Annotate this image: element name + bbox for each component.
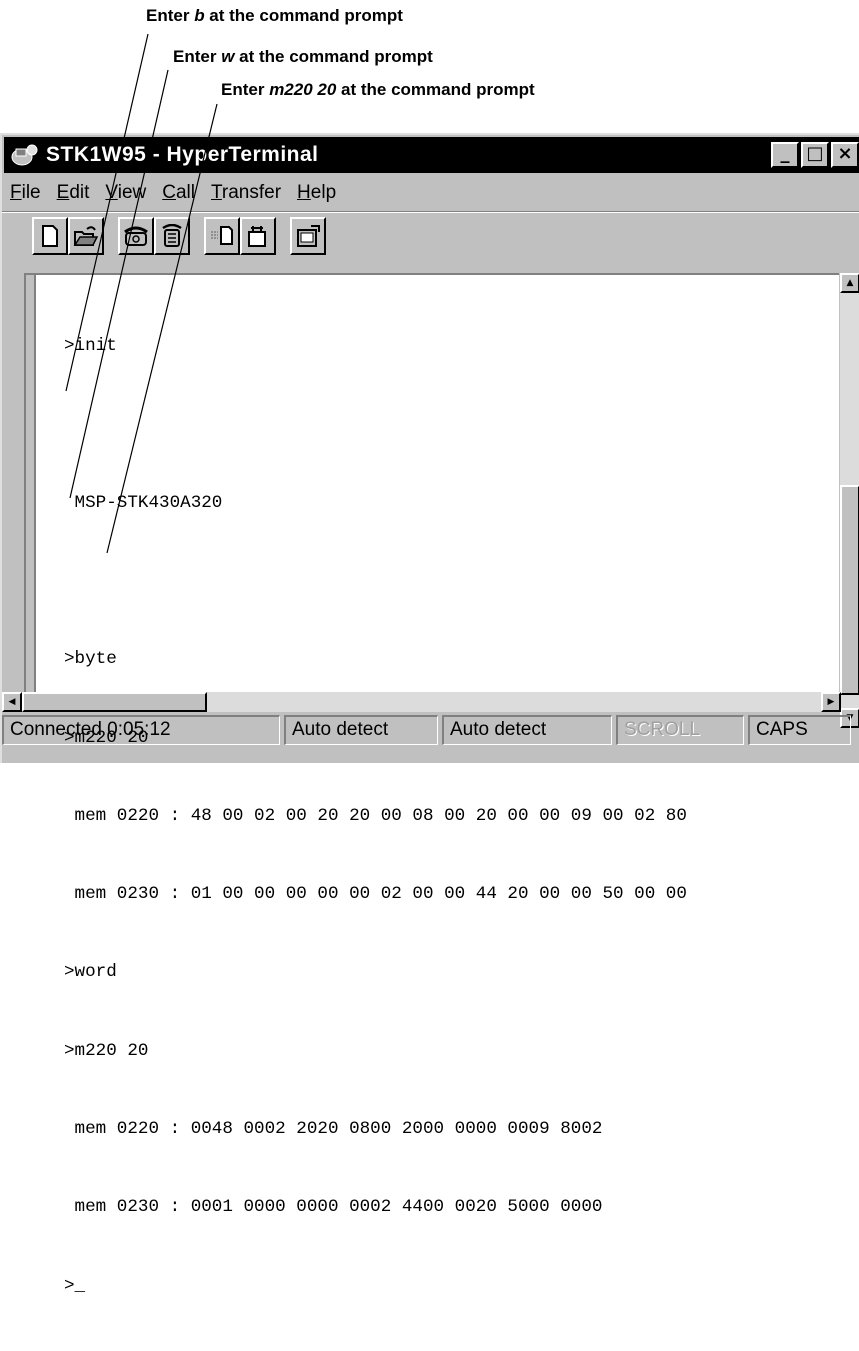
status-scroll: SCROLL xyxy=(616,715,744,745)
toolbar xyxy=(32,217,326,257)
callout-m220-suffix: at the command prompt xyxy=(336,80,535,99)
receive-button[interactable] xyxy=(240,217,276,255)
callout-w-suffix: at the command prompt xyxy=(234,47,433,66)
terminal-line: MSP-STK430A320 xyxy=(64,492,223,513)
horizontal-scrollbar[interactable]: ◀ ▶ xyxy=(2,692,841,712)
disconnect-button[interactable] xyxy=(154,217,190,255)
send-icon xyxy=(211,226,233,245)
callout-m220: Enter m220 20 at the command prompt xyxy=(221,80,535,100)
disconnect-icon xyxy=(162,224,182,247)
menu-view[interactable]: View xyxy=(105,182,146,204)
title-bar[interactable]: STK1W95 - HyperTerminal _ □ × xyxy=(4,137,859,173)
scroll-left-button[interactable]: ◀ xyxy=(2,692,22,712)
receive-icon xyxy=(248,226,266,247)
terminal-line: mem 0230 : 0001 0000 0000 0002 4400 0020… xyxy=(64,1197,603,1218)
open-icon xyxy=(73,226,99,246)
callout-m220-command: m220 20 xyxy=(269,80,337,99)
close-button[interactable]: × xyxy=(831,142,859,168)
status-bar: Connected 0:05:12 Auto detect Auto detec… xyxy=(2,715,859,749)
hyperterminal-window: STK1W95 - HyperTerminal _ □ × File Edit … xyxy=(0,133,859,1296)
terminal-line: >word xyxy=(64,962,117,983)
callout-w-command: w xyxy=(221,47,235,66)
hyperterminal-app-icon xyxy=(11,144,38,166)
callout-m220-prefix: Enter xyxy=(221,80,270,99)
terminal-line: >m220 20 xyxy=(64,1040,149,1061)
window-title: STK1W95 - HyperTerminal xyxy=(46,143,319,166)
callout-b-command: b xyxy=(194,6,205,25)
terminal-line: >_ xyxy=(64,1275,86,1296)
terminal-line: mem 0220 : 48 00 02 00 20 20 00 08 00 20… xyxy=(64,805,687,826)
terminal-area[interactable]: >init MSP-STK430A320 >byte >m220 20 mem … xyxy=(24,273,859,1296)
terminal-line: >init xyxy=(64,336,117,357)
callout-b-prefix: Enter xyxy=(146,6,195,25)
menu-call[interactable]: Call xyxy=(162,182,195,204)
phone-icon xyxy=(124,226,148,246)
properties-button[interactable] xyxy=(290,217,326,255)
callout-w-prefix: Enter xyxy=(173,47,222,66)
menu-edit[interactable]: Edit xyxy=(57,182,90,204)
status-settings: Auto detect xyxy=(442,715,612,745)
menu-help[interactable]: Help xyxy=(297,182,336,204)
terminal-output: >init MSP-STK430A320 >byte >m220 20 mem … xyxy=(64,281,687,1351)
new-button[interactable] xyxy=(32,217,68,255)
properties-icon xyxy=(297,225,320,247)
terminal-left-margin xyxy=(26,275,36,703)
callout-b: Enter b at the command prompt xyxy=(146,6,403,26)
status-connected: Connected 0:05:12 xyxy=(2,715,280,745)
menu-bar: File Edit View Call Transfer Help xyxy=(10,178,352,208)
menu-file[interactable]: File xyxy=(10,182,41,204)
toolbar-separator xyxy=(2,211,859,213)
vertical-scrollbar[interactable]: ▲ ▼ xyxy=(839,273,859,728)
send-button[interactable] xyxy=(204,217,240,255)
new-icon xyxy=(42,225,58,247)
vertical-scroll-thumb[interactable] xyxy=(840,485,859,695)
scroll-right-button[interactable]: ▶ xyxy=(821,692,841,712)
connect-button[interactable] xyxy=(118,217,154,255)
horizontal-scroll-thumb[interactable] xyxy=(22,692,207,712)
terminal-line: mem 0230 : 01 00 00 00 00 00 02 00 00 44… xyxy=(64,884,687,905)
terminal-line: >byte xyxy=(64,649,117,670)
scroll-up-button[interactable]: ▲ xyxy=(840,273,859,293)
terminal-line: mem 0220 : 0048 0002 2020 0800 2000 0000… xyxy=(64,1119,603,1139)
caption-buttons: _ □ × xyxy=(769,142,859,168)
status-caps: CAPS xyxy=(748,715,851,745)
callout-w: Enter w at the command prompt xyxy=(173,47,433,67)
minimize-button[interactable]: _ xyxy=(771,142,799,168)
callout-b-suffix: at the command prompt xyxy=(204,6,403,25)
open-button[interactable] xyxy=(68,217,104,255)
menu-transfer[interactable]: Transfer xyxy=(211,182,281,204)
status-emulation: Auto detect xyxy=(284,715,438,745)
maximize-button[interactable]: □ xyxy=(801,142,829,168)
